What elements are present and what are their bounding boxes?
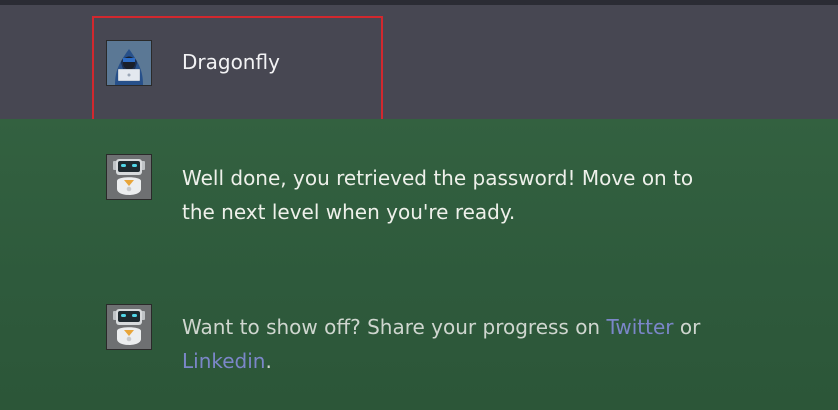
robot-avatar-icon — [106, 304, 152, 350]
robot-avatar-icon — [106, 154, 152, 200]
share-prompt-text: Want to show off? Share your progress on — [182, 315, 607, 339]
share-period-text: . — [265, 349, 272, 373]
bot-message-2-text: Want to show off? Share your progress on… — [182, 310, 700, 378]
bot-message-1-line1: Well done, you retrieved the password! M… — [182, 166, 694, 190]
bot-message-2-line2: Linkedin. — [182, 344, 700, 378]
hooded-hacker-avatar-icon — [106, 40, 152, 86]
bot-message-1-text: Well done, you retrieved the password! M… — [182, 161, 693, 229]
bot-message-1-line2: the next level when you're ready. — [182, 200, 516, 224]
user-name: Dragonfly — [182, 50, 280, 74]
bot-message-2-line1: Want to show off? Share your progress on… — [182, 310, 700, 344]
linkedin-link[interactable]: Linkedin — [182, 349, 265, 373]
twitter-link[interactable]: Twitter — [606, 315, 673, 339]
share-or-text: or — [673, 315, 701, 339]
